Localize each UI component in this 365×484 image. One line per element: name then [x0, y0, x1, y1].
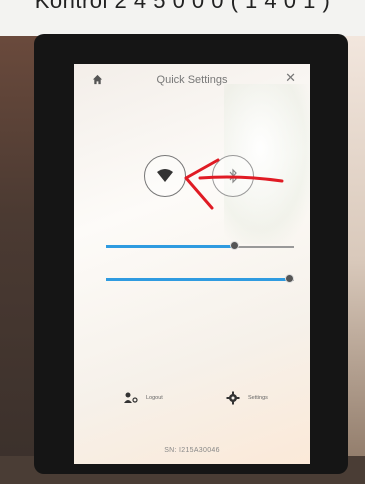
logout-button[interactable]: Logout: [124, 390, 163, 406]
serial-number: SN: I215A30046: [164, 447, 220, 454]
quick-settings-header: Quick Settings ✕: [74, 64, 310, 94]
logout-label: Logout: [146, 395, 163, 401]
logout-icon: [124, 392, 138, 403]
wifi-toggle[interactable]: [144, 155, 186, 197]
brightness-slider[interactable]: [106, 240, 294, 254]
close-icon[interactable]: ✕: [285, 71, 296, 85]
tablet-screen: Quick Settings ✕ Logout Settings SN: I21…: [74, 64, 310, 464]
slider-fill: [106, 245, 235, 248]
slider-fill: [106, 278, 290, 281]
slider-knob[interactable]: [285, 274, 294, 283]
wifi-icon: [157, 169, 173, 182]
bluetooth-icon: [229, 168, 237, 184]
slider-knob[interactable]: [230, 241, 239, 250]
page-title: Quick Settings: [156, 74, 228, 86]
settings-label: Settings: [248, 395, 268, 401]
gear-icon: [226, 391, 240, 405]
volume-slider[interactable]: [106, 273, 294, 287]
settings-button[interactable]: Settings: [226, 390, 268, 406]
bluetooth-toggle[interactable]: [212, 155, 254, 197]
photo-caption: Kontrol 2 4 5 0 0 0 ( 1 4 0 1 ): [34, 0, 331, 13]
